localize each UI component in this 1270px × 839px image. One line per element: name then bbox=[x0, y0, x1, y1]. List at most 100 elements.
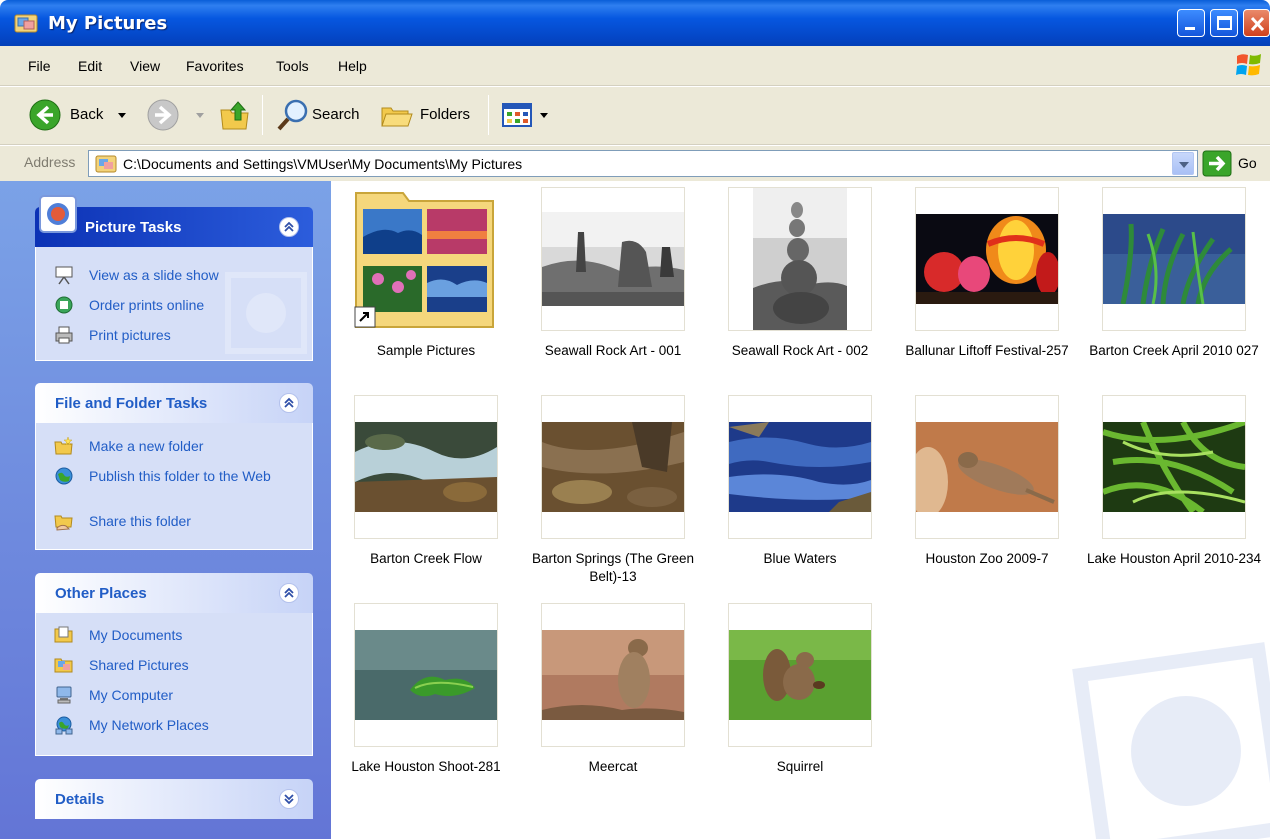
back-dropdown-icon[interactable] bbox=[118, 113, 126, 118]
file-folder-tasks-title: File and Folder Tasks bbox=[55, 395, 208, 412]
task-label: Share this folder bbox=[89, 513, 191, 529]
chevron-up-icon bbox=[284, 587, 294, 598]
menu-file[interactable]: File bbox=[28, 58, 51, 74]
search-button[interactable]: Search bbox=[276, 97, 376, 133]
back-button[interactable]: Back bbox=[28, 97, 138, 133]
menu-help[interactable]: Help bbox=[338, 58, 367, 74]
file-name: Lake Houston April 2010-234 bbox=[1086, 551, 1262, 566]
chevron-up-icon bbox=[284, 221, 294, 232]
file-name: Seawall Rock Art - 001 bbox=[544, 343, 682, 358]
close-button[interactable] bbox=[1243, 9, 1270, 37]
address-dropdown-button[interactable] bbox=[1172, 152, 1194, 175]
thumbnail-frame bbox=[541, 603, 685, 747]
chevron-down-icon bbox=[284, 794, 294, 805]
menu-tools[interactable]: Tools bbox=[276, 58, 309, 74]
squirrel-thumbnail bbox=[729, 630, 871, 720]
file-folder-tasks-header[interactable]: File and Folder Tasks bbox=[35, 383, 313, 423]
forward-dropdown-icon[interactable] bbox=[196, 113, 204, 118]
menu-bar: File Edit View Favorites Tools Help bbox=[0, 46, 1270, 86]
task-label: Shared Pictures bbox=[89, 657, 189, 673]
thumbnail-frame bbox=[915, 395, 1059, 539]
my-pictures-folder-icon bbox=[14, 14, 38, 33]
file-name: Seawall Rock Art - 002 bbox=[731, 343, 869, 358]
blue-waters-thumbnail bbox=[729, 422, 871, 512]
file-name: Blue Waters bbox=[763, 551, 837, 566]
picture-tasks-body: View as a slide show Order prints online… bbox=[35, 247, 313, 361]
file-name: Ballunar Liftoff Festival-257 bbox=[905, 343, 1069, 358]
task-label: Publish this folder to the Web bbox=[89, 468, 271, 484]
chevron-down-icon bbox=[1179, 162, 1189, 168]
picture-tasks-icon bbox=[39, 195, 77, 233]
thumbnail-frame bbox=[728, 187, 872, 331]
menu-edit[interactable]: Edit bbox=[78, 58, 102, 74]
collapse-button[interactable] bbox=[279, 217, 299, 237]
thumbnail-frame bbox=[354, 603, 498, 747]
search-label: Search bbox=[312, 106, 360, 123]
views-icon bbox=[502, 103, 532, 127]
task-label: Print pictures bbox=[89, 327, 171, 343]
file-name: Barton Creek Flow bbox=[370, 551, 482, 566]
thumbnail-frame bbox=[541, 187, 685, 331]
task-label: Order prints online bbox=[89, 297, 205, 313]
views-dropdown-icon[interactable] bbox=[540, 113, 548, 118]
other-places-header[interactable]: Other Places bbox=[35, 573, 313, 613]
barton-creek-thumbnail bbox=[1103, 214, 1245, 304]
picture-tasks-panel: Picture Tasks View as a slide show Order… bbox=[35, 195, 313, 361]
minimize-button[interactable] bbox=[1177, 9, 1205, 37]
address-bar: Address C:\Documents and Settings\VMUser… bbox=[0, 146, 1270, 181]
go-button[interactable]: Go bbox=[1238, 155, 1257, 171]
order-prints-icon bbox=[55, 296, 73, 314]
task-label: My Network Places bbox=[89, 717, 209, 733]
file-name: Lake Houston Shoot-281 bbox=[351, 759, 501, 774]
my-documents-icon bbox=[54, 626, 73, 643]
search-icon bbox=[277, 99, 308, 131]
folder-thumbnail bbox=[354, 192, 494, 328]
up-folder-button[interactable] bbox=[218, 97, 252, 133]
file-name: Barton Creek April 2010 027 bbox=[1089, 343, 1259, 358]
printer-icon bbox=[55, 326, 73, 344]
details-panel: Details bbox=[35, 779, 313, 819]
title-bar: My Pictures bbox=[0, 0, 1270, 46]
collapse-button[interactable] bbox=[279, 583, 299, 603]
my-computer-icon bbox=[56, 686, 72, 704]
maximize-button[interactable] bbox=[1210, 9, 1238, 37]
maximize-icon bbox=[1217, 16, 1232, 30]
window-title: My Pictures bbox=[48, 13, 168, 34]
toolbar-separator bbox=[262, 95, 263, 135]
folders-icon bbox=[381, 107, 413, 127]
thumbnail-frame bbox=[541, 395, 685, 539]
my-pictures-watermark-icon bbox=[1072, 642, 1270, 839]
picture-tasks-header[interactable]: Picture Tasks bbox=[35, 195, 313, 247]
network-places-icon bbox=[55, 716, 73, 735]
other-places-body: My Documents Shared Pictures My Computer… bbox=[35, 613, 313, 756]
views-button[interactable] bbox=[500, 97, 550, 133]
picture-tasks-title: Picture Tasks bbox=[85, 219, 182, 236]
other-places-title: Other Places bbox=[55, 585, 147, 602]
collapse-button[interactable] bbox=[279, 393, 299, 413]
windows-logo-icon bbox=[1236, 54, 1261, 76]
seawall-rock-art-thumbnail bbox=[542, 212, 684, 306]
task-label: My Documents bbox=[89, 627, 183, 643]
close-icon bbox=[1250, 16, 1265, 32]
details-header[interactable]: Details bbox=[35, 779, 313, 819]
address-input[interactable]: C:\Documents and Settings\VMUser\My Docu… bbox=[88, 150, 1198, 177]
folders-button[interactable]: Folders bbox=[380, 97, 480, 133]
task-label: Make a new folder bbox=[89, 438, 204, 454]
meercat-thumbnail bbox=[542, 630, 684, 720]
file-folder-tasks-body: Make a new folder Publish this folder to… bbox=[35, 423, 313, 550]
new-folder-icon bbox=[54, 436, 73, 455]
menu-favorites[interactable]: Favorites bbox=[186, 58, 244, 74]
thumbnail-frame bbox=[915, 187, 1059, 331]
expand-button[interactable] bbox=[279, 789, 299, 809]
panel-watermark-icon bbox=[225, 272, 307, 354]
folders-label: Folders bbox=[420, 106, 471, 123]
file-name: Sample Pictures bbox=[376, 343, 476, 358]
forward-button[interactable] bbox=[146, 97, 206, 133]
menu-view[interactable]: View bbox=[130, 58, 160, 74]
go-arrow-icon[interactable] bbox=[1202, 150, 1232, 177]
thumbnail-frame bbox=[354, 395, 498, 539]
share-folder-icon bbox=[54, 515, 73, 531]
back-arrow-icon bbox=[29, 99, 61, 131]
houston-zoo-thumbnail bbox=[916, 422, 1058, 512]
file-folder-tasks-panel: File and Folder Tasks Make a new folder … bbox=[35, 383, 313, 550]
